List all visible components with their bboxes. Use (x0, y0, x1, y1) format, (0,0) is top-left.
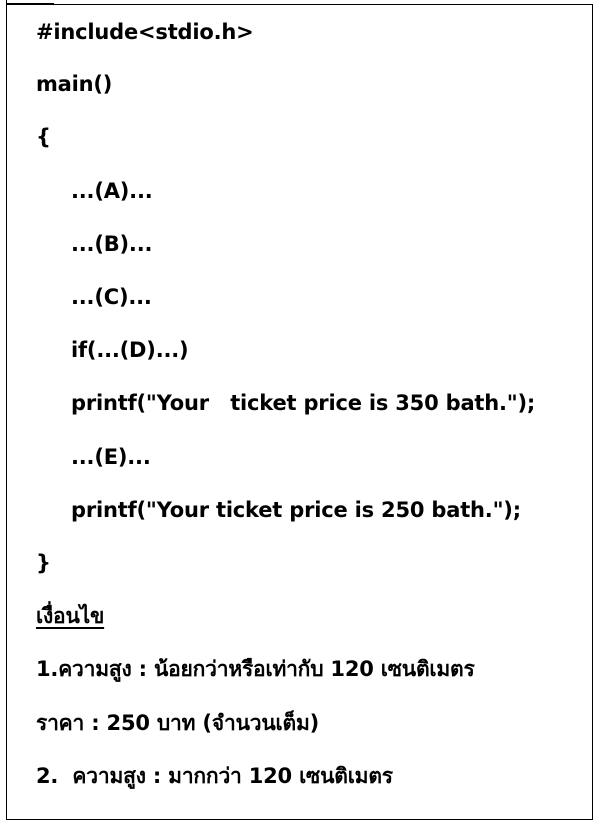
condition-line-3: 2. ความสูง : มากกว่า 120 เซนติเมตร (36, 764, 393, 788)
conditions-heading: เงื่อนไข (36, 604, 105, 628)
close-brace: } (36, 551, 51, 575)
if-line: if(...(D)...) (71, 338, 189, 362)
placeholder-b: ...(B)... (71, 232, 153, 256)
placeholder-e: ...(E)... (71, 445, 151, 469)
open-brace: { (36, 125, 51, 149)
condition-line-2: ราคา : 250 บาท (จำนวนเต็ม) (36, 711, 320, 735)
condition-line-1: 1.ความสูง : น้อยกว่าหรือเท่ากับ 120 เซนต… (36, 657, 475, 681)
include-line: #include<stdio.h> (36, 20, 254, 44)
placeholder-c: ...(C)... (71, 285, 152, 309)
placeholder-a: ...(A)... (71, 179, 153, 203)
printf-250-line: printf("Your ticket price is 250 bath.")… (71, 498, 521, 522)
printf-350-line: printf("Your ticket price is 350 bath.")… (71, 391, 536, 415)
main-line: main() (36, 72, 113, 96)
